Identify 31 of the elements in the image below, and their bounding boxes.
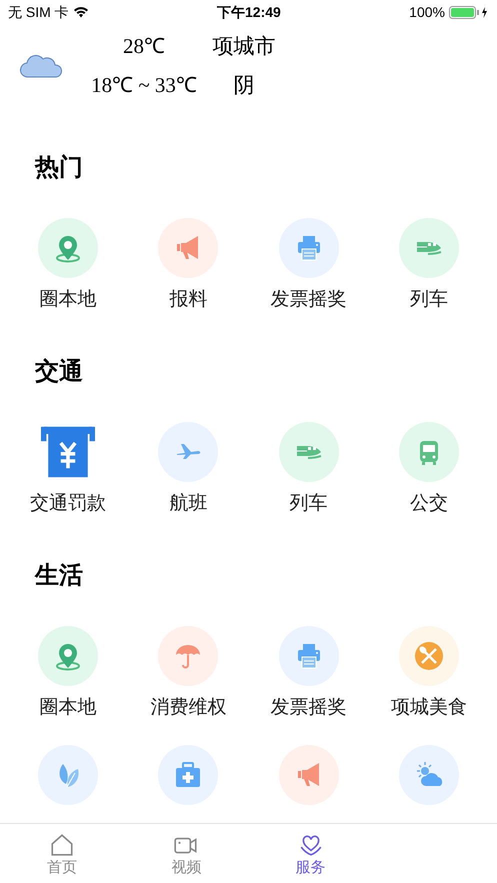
carrier-label: 无 SIM 卡 <box>8 2 69 22</box>
service-label[interactable]: 项城美食 <box>390 696 467 720</box>
clock-time: 下午12:49 <box>217 2 281 22</box>
service-label[interactable]: 列车 <box>290 492 328 516</box>
service-label[interactable]: 航班 <box>169 492 208 516</box>
battery-charging-icon <box>448 6 489 18</box>
service-label[interactable]: 列车 <box>410 288 448 312</box>
tab-item[interactable]: 服务 <box>248 824 373 883</box>
service-label[interactable]: 发票摇奖 <box>270 696 347 720</box>
temperature-range: 18℃ ~ 33℃ <box>90 72 198 99</box>
section-heading: 交通 <box>34 357 84 387</box>
train-icon <box>416 240 442 256</box>
fee-payment-icon[interactable] <box>41 425 96 479</box>
home-icon <box>49 832 76 858</box>
wifi-icon <box>72 6 89 18</box>
section-heading: 生活 <box>34 562 84 591</box>
battery-percent: 100% <box>409 2 445 22</box>
city-name: 项城市 <box>212 32 276 60</box>
service-label[interactable]: 交通罚款 <box>30 492 106 516</box>
temperature: 28℃ <box>122 32 166 60</box>
service-label[interactable]: 报料 <box>169 288 208 312</box>
service-label[interactable]: 发票摇奖 <box>270 288 347 312</box>
cutlery-icon <box>414 641 444 671</box>
cloud-icon <box>20 54 63 78</box>
weather-condition: 阴 <box>232 72 256 99</box>
section-heading: 热门 <box>34 153 84 183</box>
service-label[interactable]: 圈本地 <box>40 288 97 312</box>
service-label[interactable]: 圈本地 <box>40 696 97 720</box>
train-icon <box>296 444 322 460</box>
service-label[interactable]: 消费维权 <box>150 696 226 720</box>
service-label[interactable]: 公交 <box>410 492 448 516</box>
